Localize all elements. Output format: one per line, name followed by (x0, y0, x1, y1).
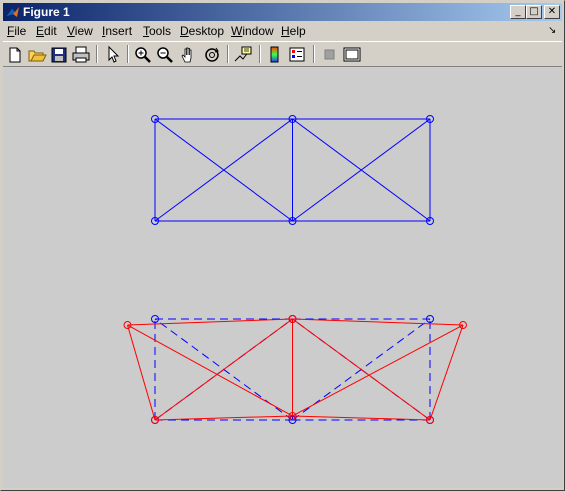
deformed-truss-member (292, 415, 431, 421)
title-bar[interactable]: Figure 1 _ □ ✕ (3, 3, 562, 21)
menu-help[interactable]: Help (281, 24, 306, 38)
menu-edit[interactable]: Edit (36, 24, 57, 38)
toolbar-separator (96, 45, 98, 63)
figure-toolbar (3, 41, 562, 67)
pointer-icon[interactable] (103, 45, 123, 64)
window-title: Figure 1 (23, 5, 70, 19)
hide-plot-tools-icon[interactable] (319, 45, 339, 64)
menu-window[interactable]: Window (231, 24, 274, 38)
toolbar-separator (127, 45, 129, 63)
new-file-icon[interactable] (5, 45, 25, 64)
print-icon[interactable] (71, 45, 91, 64)
colorbar-icon[interactable] (265, 45, 285, 64)
deformed-truss-member (127, 324, 156, 421)
dock-figure-icon[interactable]: ↘ (548, 24, 556, 38)
rotate-3d-icon[interactable] (202, 45, 222, 64)
open-file-icon[interactable] (27, 45, 47, 64)
menu-insert[interactable]: Insert (102, 24, 132, 38)
deformed-truss-member (292, 318, 464, 326)
menu-tools[interactable]: Tools (143, 24, 171, 38)
show-plot-tools-icon[interactable] (342, 45, 362, 64)
deformed-truss-member (292, 324, 464, 417)
minimize-icon: _ (515, 6, 521, 17)
deformed-truss-member (154, 415, 293, 421)
toolbar-separator (259, 45, 261, 63)
legend-icon[interactable] (287, 45, 307, 64)
menu-file[interactable]: File (7, 24, 26, 38)
close-icon: ✕ (547, 6, 557, 17)
data-cursor-icon[interactable] (233, 45, 253, 64)
zoom-in-icon[interactable] (133, 45, 153, 64)
close-button[interactable]: ✕ (544, 5, 560, 19)
minimize-button[interactable]: _ (510, 5, 526, 19)
save-icon[interactable] (49, 45, 69, 64)
menu-bar: File Edit View Insert Tools Desktop Wind… (3, 22, 562, 41)
menu-desktop[interactable]: Desktop (180, 24, 224, 38)
deformed-truss-member (429, 324, 464, 421)
menu-view[interactable]: View (67, 24, 93, 38)
figure-canvas[interactable] (3, 68, 562, 488)
maximize-button[interactable]: □ (526, 5, 542, 19)
figure-window: Figure 1 _ □ ✕ File Edit View Insert Too… (0, 0, 565, 491)
matlab-logo-icon (7, 7, 19, 17)
truss-plot (123, 115, 467, 424)
zoom-out-icon[interactable] (155, 45, 175, 64)
toolbar-separator (313, 45, 315, 63)
maximize-icon: □ (529, 6, 539, 17)
deformed-truss-member (127, 318, 293, 326)
deformed-truss-member (127, 324, 293, 417)
pan-hand-icon[interactable] (179, 45, 199, 64)
toolbar-separator (227, 45, 229, 63)
